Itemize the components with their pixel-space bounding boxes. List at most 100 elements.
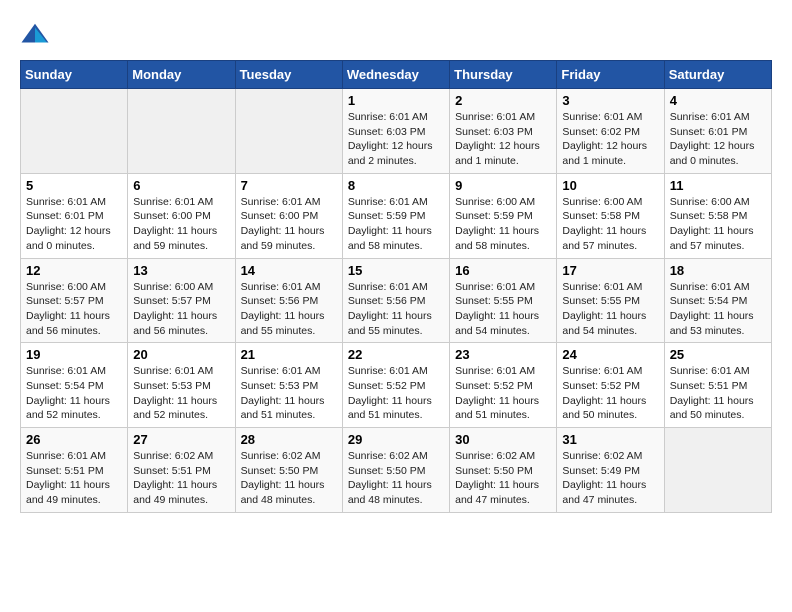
sunset-label: Sunset: 5:52 PM (348, 380, 426, 392)
calendar-cell: 14Sunrise: 6:01 AMSunset: 5:56 PMDayligh… (235, 258, 342, 343)
calendar-week-row: 1 Sunrise: 6:01 AM Sunset: 6:03 PM Daylight… (21, 89, 772, 174)
sunrise-label: Sunrise: 6:01 AM (562, 111, 642, 123)
day-number: 24 (562, 347, 658, 362)
day-info: Sunrise: 6:01 AMSunset: 5:52 PMDaylight:… (348, 364, 444, 423)
daylight-label: Daylight: 11 hours and 48 minutes. (348, 479, 432, 506)
sunset-label: Sunset: 5:57 PM (26, 295, 104, 307)
calendar-cell (21, 89, 128, 174)
daylight-label: Daylight: 12 hours and 1 minute. (455, 140, 540, 167)
sunset-label: Sunset: 5:54 PM (26, 380, 104, 392)
day-number: 1 (348, 93, 444, 108)
day-info: Sunrise: 6:01 AMSunset: 5:52 PMDaylight:… (562, 364, 658, 423)
daylight-label: Daylight: 11 hours and 58 minutes. (455, 225, 539, 252)
calendar-cell: 20Sunrise: 6:01 AMSunset: 5:53 PMDayligh… (128, 343, 235, 428)
daylight-label: Daylight: 11 hours and 58 minutes. (348, 225, 432, 252)
sunrise-label: Sunrise: 6:01 AM (348, 111, 428, 123)
sunset-label: Sunset: 5:59 PM (348, 210, 426, 222)
sunset-label: Sunset: 5:51 PM (670, 380, 748, 392)
sunset-label: Sunset: 6:02 PM (562, 126, 640, 138)
sunset-label: Sunset: 5:54 PM (670, 295, 748, 307)
daylight-label: Daylight: 11 hours and 54 minutes. (455, 310, 539, 337)
daylight-label: Daylight: 11 hours and 52 minutes. (26, 395, 110, 422)
calendar-week-row: 26Sunrise: 6:01 AMSunset: 5:51 PMDayligh… (21, 428, 772, 513)
calendar-cell: 3 Sunrise: 6:01 AM Sunset: 6:02 PM Daylight… (557, 89, 664, 174)
calendar-cell (128, 89, 235, 174)
sunset-label: Sunset: 5:55 PM (455, 295, 533, 307)
calendar-cell: 11Sunrise: 6:00 AMSunset: 5:58 PMDayligh… (664, 173, 771, 258)
calendar-cell (235, 89, 342, 174)
sunrise-label: Sunrise: 6:00 AM (670, 196, 750, 208)
day-info: Sunrise: 6:02 AMSunset: 5:49 PMDaylight:… (562, 449, 658, 508)
day-number: 11 (670, 178, 766, 193)
day-info: Sunrise: 6:01 AM Sunset: 5:59 PM Daylight:… (348, 195, 444, 254)
sunrise-label: Sunrise: 6:01 AM (670, 281, 750, 293)
sunrise-label: Sunrise: 6:01 AM (348, 281, 428, 293)
sunset-label: Sunset: 6:03 PM (348, 126, 426, 138)
day-number: 15 (348, 263, 444, 278)
sunset-label: Sunset: 6:01 PM (670, 126, 748, 138)
daylight-label: Daylight: 11 hours and 50 minutes. (670, 395, 754, 422)
sunset-label: Sunset: 5:51 PM (26, 465, 104, 477)
day-info: Sunrise: 6:01 AMSunset: 5:56 PMDaylight:… (241, 280, 337, 339)
daylight-label: Daylight: 11 hours and 49 minutes. (26, 479, 110, 506)
sunrise-label: Sunrise: 6:01 AM (241, 196, 321, 208)
calendar-cell: 17Sunrise: 6:01 AMSunset: 5:55 PMDayligh… (557, 258, 664, 343)
calendar-cell: 24 Sunrise: 6:01 AMSunset: 5:52 PMDayligh… (557, 343, 664, 428)
header-sunday: Sunday (21, 61, 128, 89)
daylight-label: Daylight: 12 hours and 0 minutes. (26, 225, 111, 252)
calendar-cell: 16Sunrise: 6:01 AMSunset: 5:55 PMDayligh… (450, 258, 557, 343)
calendar-cell: 10Sunrise: 6:00 AMSunset: 5:58 PMDayligh… (557, 173, 664, 258)
day-number: 7 (241, 178, 337, 193)
sunset-label: Sunset: 5:51 PM (133, 465, 211, 477)
day-info: Sunrise: 6:01 AMSunset: 5:53 PMDaylight:… (241, 364, 337, 423)
day-number: 25 (670, 347, 766, 362)
sunset-label: Sunset: 6:00 PM (241, 210, 319, 222)
logo (20, 20, 54, 50)
logo-icon (20, 20, 50, 50)
day-info: Sunrise: 6:02 AMSunset: 5:51 PMDaylight:… (133, 449, 229, 508)
sunrise-label: Sunrise: 6:01 AM (26, 450, 106, 462)
calendar-cell: 7Sunrise: 6:01 AMSunset: 6:00 PMDaylight… (235, 173, 342, 258)
day-info: Sunrise: 6:00 AMSunset: 5:58 PMDaylight:… (562, 195, 658, 254)
calendar-cell: 26Sunrise: 6:01 AMSunset: 5:51 PMDayligh… (21, 428, 128, 513)
sunrise-label: Sunrise: 6:01 AM (348, 196, 428, 208)
sunset-label: Sunset: 5:59 PM (455, 210, 533, 222)
sunset-label: Sunset: 5:53 PM (133, 380, 211, 392)
day-number: 9 (455, 178, 551, 193)
daylight-label: Daylight: 11 hours and 55 minutes. (348, 310, 432, 337)
calendar-cell: 18Sunrise: 6:01 AMSunset: 5:54 PMDayligh… (664, 258, 771, 343)
daylight-label: Daylight: 11 hours and 50 minutes. (562, 395, 646, 422)
sunset-label: Sunset: 5:58 PM (562, 210, 640, 222)
calendar-table: SundayMondayTuesdayWednesdayThursdayFrid… (20, 60, 772, 513)
day-info: Sunrise: 6:01 AMSunset: 5:54 PMDaylight:… (26, 364, 122, 423)
day-info: Sunrise: 6:01 AMSunset: 5:51 PMDaylight:… (670, 364, 766, 423)
daylight-label: Daylight: 11 hours and 48 minutes. (241, 479, 325, 506)
sunset-label: Sunset: 6:03 PM (455, 126, 533, 138)
day-number: 5 (26, 178, 122, 193)
daylight-label: Daylight: 11 hours and 57 minutes. (562, 225, 646, 252)
calendar-week-row: 12Sunrise: 6:00 AMSunset: 5:57 PMDayligh… (21, 258, 772, 343)
day-number: 3 (562, 93, 658, 108)
calendar-cell: 1Sunrise: 6:01 AMSunset: 6:03 PMDaylight… (342, 89, 449, 174)
day-info: Sunrise: 6:02 AMSunset: 5:50 PMDaylight:… (348, 449, 444, 508)
day-number: 27 (133, 432, 229, 447)
sunrise-label: Sunrise: 6:02 AM (133, 450, 213, 462)
calendar-cell: 5Sunrise: 6:01 AMSunset: 6:01 PMDaylight… (21, 173, 128, 258)
calendar-cell: 22Sunrise: 6:01 AMSunset: 5:52 PMDayligh… (342, 343, 449, 428)
sunset-label: Sunset: 5:49 PM (562, 465, 640, 477)
header-friday: Friday (557, 61, 664, 89)
day-number: 8 (348, 178, 444, 193)
calendar-cell: 23Sunrise: 6:01 AMSunset: 5:52 PMDayligh… (450, 343, 557, 428)
daylight-label: Daylight: 11 hours and 51 minutes. (241, 395, 325, 422)
calendar-week-row: 19Sunrise: 6:01 AMSunset: 5:54 PMDayligh… (21, 343, 772, 428)
day-number: 2 (455, 93, 551, 108)
sunset-label: Sunset: 5:50 PM (455, 465, 533, 477)
day-info: Sunrise: 6:00 AMSunset: 5:59 PMDaylight:… (455, 195, 551, 254)
daylight-label: Daylight: 11 hours and 57 minutes. (670, 225, 754, 252)
header-wednesday: Wednesday (342, 61, 449, 89)
sunset-label: Sunset: 5:56 PM (241, 295, 319, 307)
calendar-cell: 9 Sunrise: 6:00 AMSunset: 5:59 PMDaylight… (450, 173, 557, 258)
sunrise-label: Sunrise: 6:02 AM (455, 450, 535, 462)
daylight-label: Daylight: 11 hours and 56 minutes. (133, 310, 217, 337)
daylight-label: Daylight: 12 hours and 1 minute. (562, 140, 647, 167)
